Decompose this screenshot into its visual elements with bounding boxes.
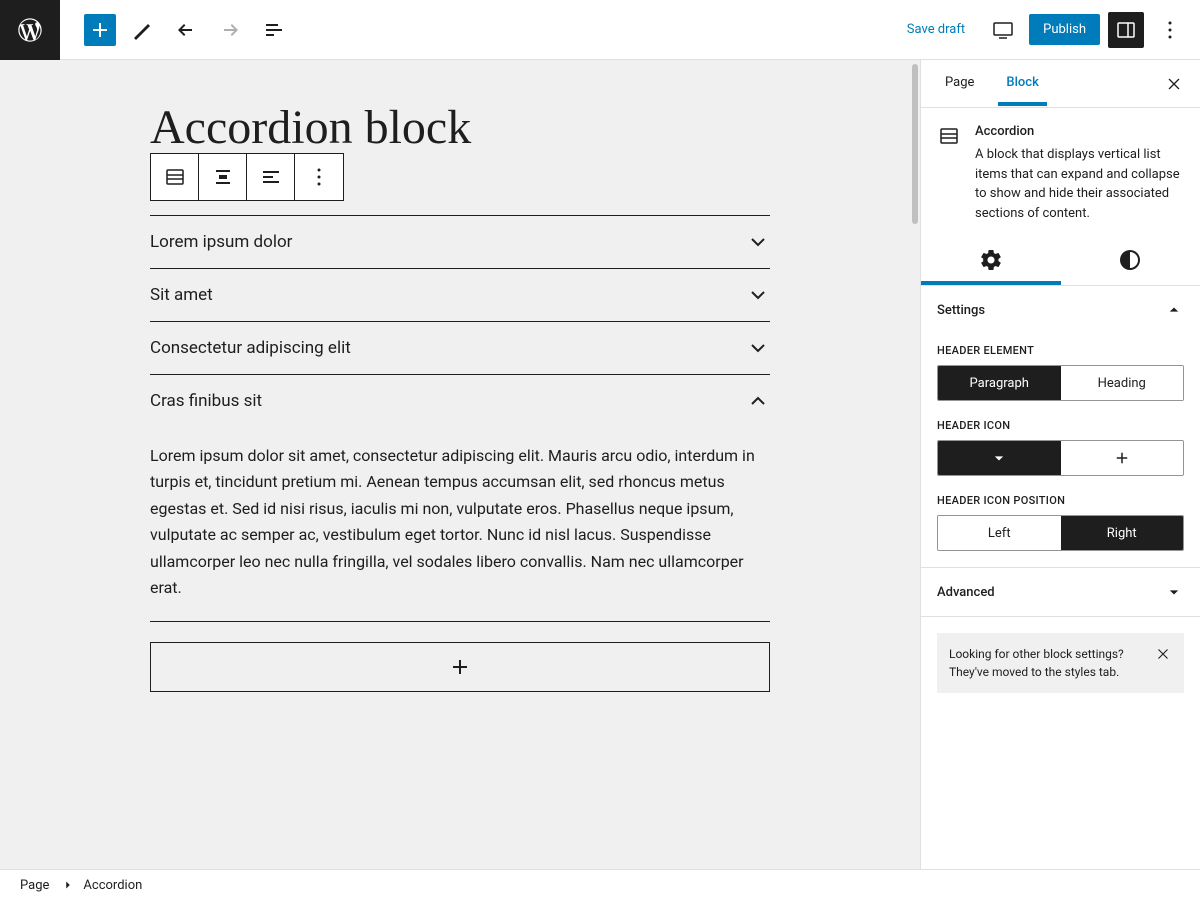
header-icon-toggle: [937, 440, 1184, 476]
main-container: Accordion block Lore: [0, 60, 1200, 869]
preview-button[interactable]: [985, 12, 1021, 48]
header-element-paragraph[interactable]: Paragraph: [938, 366, 1061, 400]
publish-button[interactable]: Publish: [1029, 14, 1100, 45]
accordion-header[interactable]: Cras finibus sit: [150, 375, 770, 427]
options-button[interactable]: [1152, 12, 1188, 48]
panel-advanced: Advanced: [921, 568, 1200, 617]
chevron-down-icon: [746, 336, 770, 360]
accordion-block[interactable]: Lorem ipsum dolor Sit amet Consectetur adi…: [150, 215, 770, 622]
breadcrumb-current: Accordion: [83, 878, 142, 893]
toolbar-left-group: [60, 12, 292, 48]
chevron-up-icon: [746, 389, 770, 413]
wordpress-logo[interactable]: [0, 0, 60, 60]
accordion-title: Lorem ipsum dolor: [150, 232, 292, 252]
chevron-down-icon: [746, 230, 770, 254]
block-info: Accordion A block that displays vertical…: [921, 108, 1200, 239]
sidebar-toggle-button[interactable]: [1108, 12, 1144, 48]
accordion-header[interactable]: Lorem ipsum dolor: [150, 216, 770, 268]
redo-button[interactable]: [212, 12, 248, 48]
canvas-content: Accordion block Lore: [70, 100, 850, 692]
tab-page[interactable]: Page: [937, 61, 982, 106]
block-info-title: Accordion: [975, 124, 1184, 139]
icon-position-left[interactable]: Left: [938, 516, 1061, 550]
chevron-up-icon: [1164, 300, 1184, 320]
sidebar-tabs: Page Block: [921, 60, 1200, 108]
align-button[interactable]: [199, 154, 247, 200]
subtab-styles[interactable]: [1061, 239, 1200, 285]
save-draft-button[interactable]: Save draft: [895, 14, 977, 45]
tools-button[interactable]: [124, 12, 160, 48]
add-block-button[interactable]: [84, 14, 116, 46]
header-element-toggle: Paragraph Heading: [937, 365, 1184, 401]
breadcrumb: Page Accordion: [0, 869, 1200, 900]
page-title[interactable]: Accordion block: [150, 100, 770, 155]
accordion-header[interactable]: Consectetur adipiscing elit: [150, 322, 770, 374]
close-sidebar-button[interactable]: [1164, 74, 1184, 94]
block-toolbar: [150, 155, 770, 203]
accordion-title: Consectetur adipiscing elit: [150, 338, 351, 358]
accordion-block-icon: [937, 124, 961, 223]
header-icon-label: Header icon: [937, 419, 1184, 432]
editor-canvas: Accordion block Lore: [0, 60, 920, 869]
tab-block[interactable]: Block: [998, 61, 1046, 106]
panel-settings: Settings Header element Paragraph Headin…: [921, 286, 1200, 568]
chevron-down-icon: [746, 283, 770, 307]
block-options-button[interactable]: [295, 154, 343, 200]
accordion-title: Sit amet: [150, 285, 213, 305]
accordion-item: Cras finibus sit Lorem ipsum dolor sit am…: [150, 374, 770, 622]
header-icon-plus[interactable]: [1061, 441, 1184, 475]
scrollbar[interactable]: [910, 60, 920, 869]
header-icon-position-toggle: Left Right: [937, 515, 1184, 551]
chevron-right-icon: [61, 878, 75, 892]
subtab-settings[interactable]: [921, 239, 1061, 285]
accordion-body[interactable]: Lorem ipsum dolor sit amet, consectetur …: [150, 427, 770, 621]
icon-position-right[interactable]: Right: [1061, 516, 1184, 550]
styles-moved-notice: Looking for other block settings? They'v…: [937, 633, 1184, 693]
chevron-down-icon: [1164, 582, 1184, 602]
accordion-title: Cras finibus sit: [150, 391, 262, 411]
accordion-item: Sit amet: [150, 268, 770, 321]
add-accordion-item-button[interactable]: [150, 642, 770, 692]
accordion-item: Lorem ipsum dolor: [150, 215, 770, 268]
block-type-button[interactable]: [151, 154, 199, 200]
header-icon-chevron[interactable]: [938, 441, 1061, 475]
block-info-description: A block that displays vertical list item…: [975, 145, 1184, 223]
toolbar-right-group: Save draft Publish: [895, 12, 1200, 48]
text-align-button[interactable]: [247, 154, 295, 200]
accordion-header[interactable]: Sit amet: [150, 269, 770, 321]
editor-toolbar: Save draft Publish: [0, 0, 1200, 60]
panel-advanced-header[interactable]: Advanced: [921, 568, 1200, 616]
breadcrumb-root[interactable]: Page: [20, 878, 49, 893]
header-icon-position-label: Header icon position: [937, 494, 1184, 507]
document-outline-button[interactable]: [256, 12, 292, 48]
settings-sidebar: Page Block Accordion A block that displa…: [920, 60, 1200, 869]
accordion-item: Consectetur adipiscing elit: [150, 321, 770, 374]
undo-button[interactable]: [168, 12, 204, 48]
header-element-heading[interactable]: Heading: [1061, 366, 1184, 400]
close-notice-button[interactable]: [1154, 645, 1172, 663]
header-element-label: Header element: [937, 344, 1184, 357]
panel-settings-header[interactable]: Settings: [921, 286, 1200, 334]
inspector-subtabs: [921, 239, 1200, 286]
